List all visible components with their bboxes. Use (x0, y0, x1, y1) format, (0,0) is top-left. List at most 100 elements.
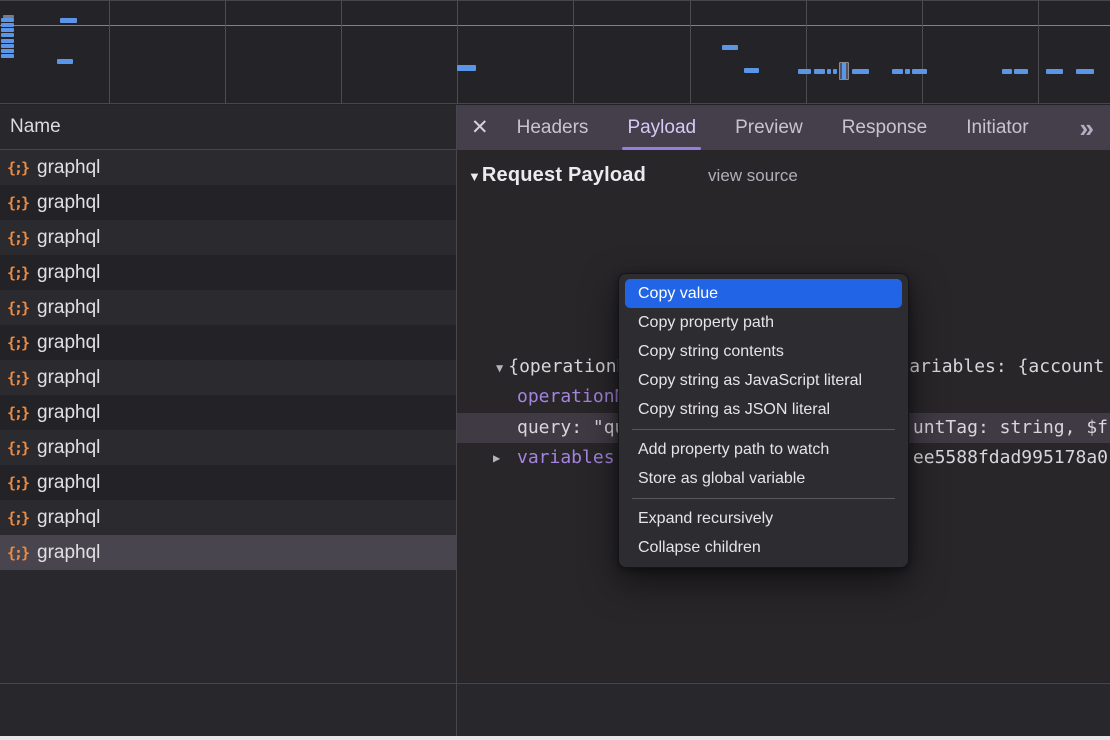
request-list-item[interactable]: {;}graphql (0, 325, 456, 360)
request-timing-bar (57, 59, 73, 64)
request-timing-bar (1, 33, 14, 37)
json-braces-icon: {;} (7, 369, 37, 387)
menu-item-add-property-path-to-watch[interactable]: Add property path to watch (625, 435, 902, 464)
request-name-label: graphql (37, 367, 100, 389)
menu-separator (632, 429, 895, 430)
json-braces-icon: {;} (7, 299, 37, 317)
request-timing-bar (1046, 69, 1063, 74)
json-braces-icon: {;} (7, 509, 37, 527)
request-timing-bar (1014, 69, 1028, 74)
property-key: variables (457, 443, 615, 473)
overview-horizontal-gridline (0, 25, 1110, 26)
request-timing-bar (912, 69, 927, 74)
request-list-panel: Name {;}graphql{;}graphql{;}graphql{;}gr… (0, 105, 456, 683)
request-list-item[interactable]: {;}graphql (0, 290, 456, 325)
tab-initiator[interactable]: Initiator (964, 105, 1030, 150)
request-name-label: graphql (37, 192, 100, 214)
request-list-item[interactable]: {;}graphql (0, 535, 456, 570)
menu-item-expand-recursively[interactable]: Expand recursively (625, 504, 902, 533)
json-braces-icon: {;} (7, 229, 37, 247)
time-gridline (225, 1, 226, 103)
request-timing-bar (1, 28, 14, 32)
request-timing-bar (1, 54, 14, 58)
time-gridline (922, 1, 923, 103)
close-icon[interactable]: ✕ (471, 117, 489, 138)
request-name-label: graphql (37, 262, 100, 284)
tab-response[interactable]: Response (840, 105, 930, 150)
request-timing-bar (1, 49, 14, 53)
tab-headers[interactable]: Headers (515, 105, 591, 150)
name-column-header[interactable]: Name (0, 105, 456, 150)
time-gridline (457, 1, 458, 103)
time-gridline (573, 1, 574, 103)
request-list-item[interactable]: {;}graphql (0, 150, 456, 185)
request-rows: {;}graphql{;}graphql{;}graphql{;}graphql… (0, 150, 456, 683)
menu-item-copy-string-as-json-literal[interactable]: Copy string as JSON literal (625, 395, 902, 424)
menu-item-copy-property-path[interactable]: Copy property path (625, 308, 902, 337)
request-name-label: graphql (37, 297, 100, 319)
more-tabs-icon[interactable]: » (1080, 115, 1094, 141)
detail-tabbar: ✕ Headers Payload Preview Response Initiator… (457, 105, 1110, 150)
summary-bar (0, 683, 1110, 736)
request-list-item[interactable]: {;}graphql (0, 430, 456, 465)
json-braces-icon: {;} (7, 474, 37, 492)
request-name-label: graphql (37, 332, 100, 354)
menu-item-collapse-children[interactable]: Collapse children (625, 533, 902, 562)
request-timing-bar (852, 69, 869, 74)
devtools-network-panel: Name {;}graphql{;}graphql{;}graphql{;}gr… (0, 0, 1110, 740)
tab-payload[interactable]: Payload (625, 105, 698, 150)
context-menu: Copy valueCopy property pathCopy string … (618, 273, 909, 568)
key-separator: : (571, 417, 593, 438)
json-braces-icon: {;} (7, 264, 37, 282)
request-list-item[interactable]: {;}graphql (0, 185, 456, 220)
request-payload-section-header[interactable]: ▼ Request Payload view source (468, 164, 798, 187)
request-name-label: graphql (37, 437, 100, 459)
request-name-label: graphql (37, 227, 100, 249)
request-timing-bar (457, 65, 476, 71)
json-braces-icon: {;} (7, 439, 37, 457)
menu-item-copy-string-as-javascript-literal[interactable]: Copy string as JavaScript literal (625, 366, 902, 395)
network-overview-timeline[interactable] (0, 0, 1110, 104)
property-key: query (517, 417, 571, 438)
request-timing-bar (1002, 69, 1012, 74)
request-list-item[interactable]: {;}graphql (0, 255, 456, 290)
request-timing-bar (1, 18, 14, 22)
menu-item-store-as-global-variable[interactable]: Store as global variable (625, 464, 902, 493)
section-title: Request Payload (482, 164, 646, 187)
tab-preview[interactable]: Preview (733, 105, 805, 150)
request-list-item[interactable]: {;}graphql (0, 360, 456, 395)
request-timing-bar (1, 23, 14, 27)
view-source-link[interactable]: view source (708, 166, 798, 186)
panel-split-divider[interactable] (456, 105, 457, 736)
selected-request-marker (839, 62, 849, 80)
property-value-right: untTag: string, $f (913, 413, 1108, 443)
property-value-right: ee5588fdad995178a0 (913, 443, 1108, 473)
request-timing-bar (722, 45, 738, 50)
json-braces-icon: {;} (7, 194, 37, 212)
request-name-label: graphql (37, 472, 100, 494)
request-list-item[interactable]: {;}graphql (0, 465, 456, 500)
json-braces-icon: {;} (7, 334, 37, 352)
request-timing-bar (833, 69, 837, 74)
json-braces-icon: {;} (7, 544, 37, 562)
request-timing-bar (798, 69, 811, 74)
disclosure-closed-icon: ▶ (493, 443, 500, 473)
time-gridline (109, 1, 110, 103)
menu-item-copy-string-contents[interactable]: Copy string contents (625, 337, 902, 366)
json-braces-icon: {;} (7, 404, 37, 422)
menu-item-copy-value[interactable]: Copy value (625, 279, 902, 308)
time-gridline (341, 1, 342, 103)
disclosure-open-icon: ▼ (468, 169, 481, 184)
request-list-item[interactable]: {;}graphql (0, 395, 456, 430)
request-list-item[interactable]: {;}graphql (0, 500, 456, 535)
request-timing-bar (60, 18, 77, 23)
request-name-label: graphql (37, 402, 100, 424)
request-name-label: graphql (37, 542, 100, 564)
request-timing-bar (1, 44, 14, 48)
request-name-label: graphql (37, 157, 100, 179)
time-gridline (1038, 1, 1039, 103)
request-list-item[interactable]: {;}graphql (0, 220, 456, 255)
request-timing-bar (744, 68, 759, 73)
request-name-label: graphql (37, 507, 100, 529)
json-braces-icon: {;} (7, 159, 37, 177)
